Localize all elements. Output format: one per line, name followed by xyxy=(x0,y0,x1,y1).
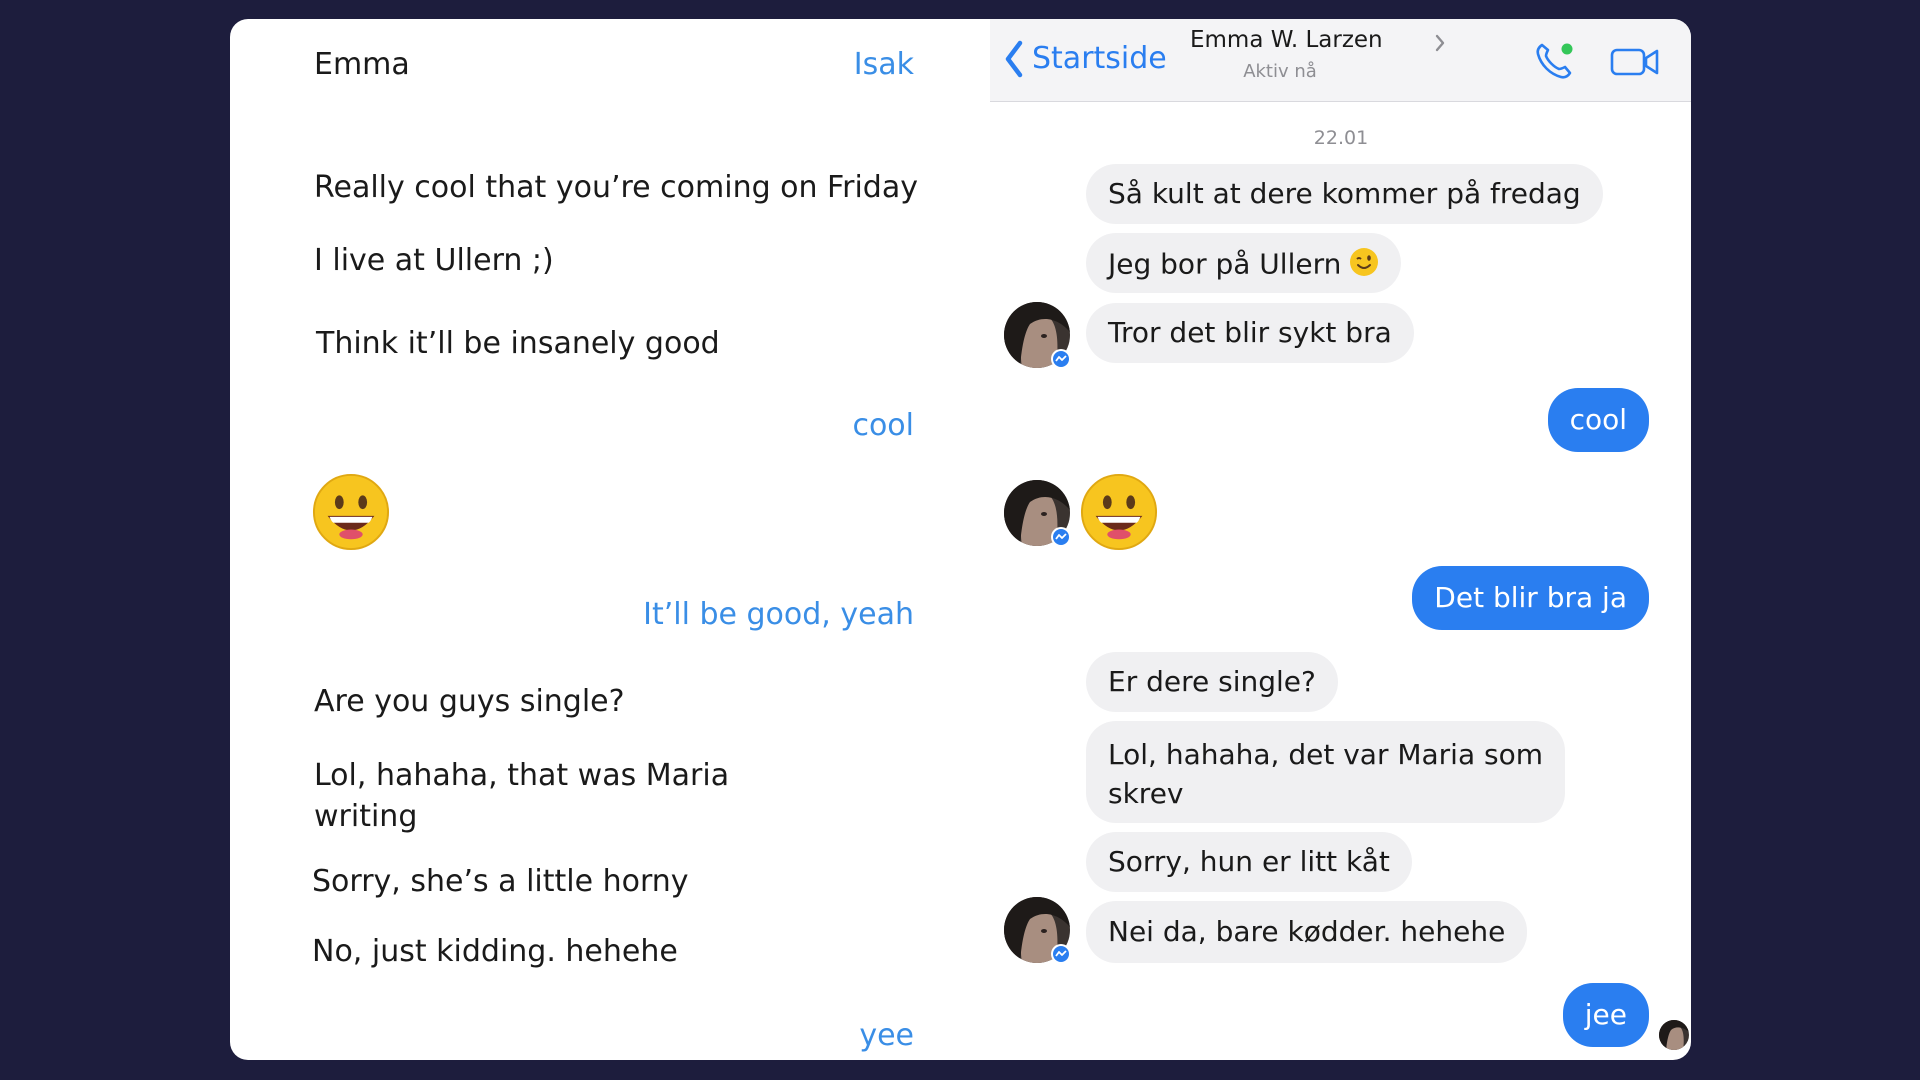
message-bubble-incoming[interactable]: Tror det blir sykt bra xyxy=(1086,303,1414,363)
contact-avatar[interactable] xyxy=(1004,302,1070,368)
video-icon[interactable] xyxy=(1610,47,1660,77)
date-stamp: 22.01 xyxy=(1313,127,1369,149)
smiley-emoji[interactable] xyxy=(1080,473,1158,551)
message-text: Så kult at dere kommer på fredag xyxy=(1108,177,1581,210)
phone-icon[interactable] xyxy=(1534,41,1576,81)
read-receipt-avatar xyxy=(1659,1020,1689,1050)
message-bubble-incoming[interactable]: Lol, hahaha, det var Maria som skrev xyxy=(1086,721,1566,823)
message-text: Det blir bra ja xyxy=(1434,581,1627,614)
translation-line: Are you guys single? xyxy=(314,684,625,719)
message-text: Sorry, hun er litt kåt xyxy=(1108,845,1390,878)
translation-line: Lol, hahaha, that was Maria xyxy=(314,758,730,793)
translation-line-isak: yee xyxy=(859,1018,914,1053)
comparison-card: Emma Isak Really cool that you’re coming… xyxy=(230,19,1691,1060)
message-bubble-outgoing[interactable]: jee xyxy=(1562,983,1649,1047)
translation-line: I live at Ullern ;) xyxy=(314,243,554,278)
message-bubble-incoming[interactable]: Nei da, bare kødder. hehehe xyxy=(1086,901,1528,963)
message-text: Jeg bor på Ullern xyxy=(1108,247,1342,281)
message-bubble-incoming[interactable]: Jeg bor på Ullern xyxy=(1086,233,1402,293)
translation-line-isak: cool xyxy=(852,408,914,443)
translation-line: writing xyxy=(314,799,418,834)
message-bubble-outgoing[interactable]: cool xyxy=(1547,388,1649,452)
chevron-right-icon[interactable] xyxy=(1434,33,1446,53)
message-bubble-incoming[interactable]: Sorry, hun er litt kåt xyxy=(1086,832,1412,892)
translation-panel: Emma Isak Really cool that you’re coming… xyxy=(230,19,960,1060)
translation-line-isak: It’ll be good, yeah xyxy=(643,597,914,632)
contact-status: Aktiv nå xyxy=(1243,61,1317,82)
message-text: jee xyxy=(1584,998,1627,1031)
smiley-emoji xyxy=(312,473,390,551)
contact-name[interactable]: Emma W. Larzen xyxy=(1190,27,1383,53)
contact-avatar[interactable] xyxy=(1004,480,1070,546)
translation-line: Sorry, she’s a little horny xyxy=(312,864,689,899)
message-bubble-incoming[interactable]: Så kult at dere kommer på fredag xyxy=(1086,164,1603,224)
contact-avatar[interactable] xyxy=(1004,897,1070,963)
message-text: cool xyxy=(1569,403,1627,436)
message-text: Tror det blir sykt bra xyxy=(1108,316,1392,349)
chat-navbar: Startside Emma W. Larzen Aktiv nå xyxy=(990,19,1691,102)
message-text: skrev xyxy=(1108,777,1184,810)
message-bubble-outgoing[interactable]: Det blir bra ja xyxy=(1412,566,1649,630)
translation-line: Really cool that you’re coming on Friday xyxy=(314,170,918,205)
translation-header-isak: Isak xyxy=(853,47,914,82)
translation-line: No, just kidding. hehehe xyxy=(312,934,678,969)
message-text: Nei da, bare kødder. hehehe xyxy=(1108,915,1506,948)
wink-emoji xyxy=(1349,247,1379,284)
translation-header-emma: Emma xyxy=(314,47,410,82)
message-text: Er dere single? xyxy=(1108,665,1316,698)
translation-line: Think it’ll be insanely good xyxy=(316,326,720,361)
messenger-screenshot: Startside Emma W. Larzen Aktiv nå 22.01 … xyxy=(960,19,1691,1060)
message-bubble-incoming[interactable]: Er dere single? xyxy=(1086,652,1338,712)
message-text: Lol, hahaha, det var Maria som xyxy=(1108,738,1544,771)
